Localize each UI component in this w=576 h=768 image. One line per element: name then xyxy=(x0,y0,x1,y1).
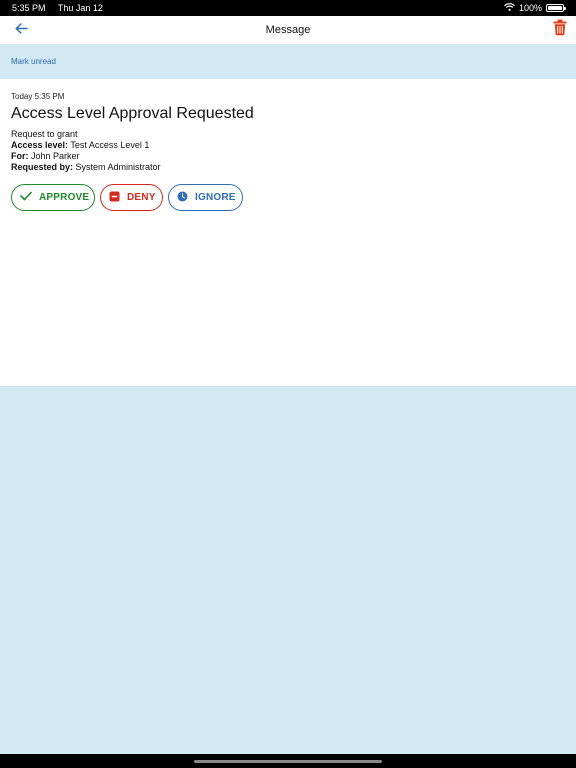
approve-label: APPROVE xyxy=(39,192,90,203)
requested-by-line: Requested by: System Administrator xyxy=(11,162,565,173)
battery-percent: 100% xyxy=(518,3,542,13)
nav-bar: Message xyxy=(0,16,576,44)
access-level-value: Test Access Level 1 xyxy=(70,140,150,150)
battery-icon xyxy=(546,4,566,12)
status-date: Thu Jan 12 xyxy=(57,3,103,13)
back-button[interactable] xyxy=(12,22,30,38)
minus-square-icon xyxy=(109,191,120,205)
wifi-icon xyxy=(504,3,515,13)
home-bar xyxy=(0,754,576,768)
access-level-label: Access level: xyxy=(11,140,69,150)
requested-by-value: System Administrator xyxy=(75,162,161,172)
battery-fill xyxy=(548,6,562,10)
status-left: 5:35 PM Thu Jan 12 xyxy=(12,3,113,13)
deny-button[interactable]: DENY xyxy=(100,184,163,211)
access-level-line: Access level: Test Access Level 1 xyxy=(11,140,565,151)
requested-by-label: Requested by: xyxy=(11,162,74,172)
for-line: For: John Parker xyxy=(11,151,565,162)
decision-buttons: APPROVE DENY IGNORE xyxy=(11,184,565,211)
clock-icon xyxy=(177,191,188,205)
ignore-button[interactable]: IGNORE xyxy=(168,184,243,211)
trash-icon xyxy=(553,19,567,41)
message-title: Access Level Approval Requested xyxy=(11,105,254,122)
action-strip: Mark unread xyxy=(0,44,576,79)
mark-unread-link[interactable]: Mark unread xyxy=(11,57,56,66)
home-indicator[interactable] xyxy=(194,759,382,763)
for-label: For: xyxy=(11,151,29,161)
status-right: 100% xyxy=(504,3,566,13)
for-value: John Parker xyxy=(31,151,80,161)
ignore-label: IGNORE xyxy=(195,192,236,203)
message-content: Today 5:35 PM Access Level Approval Requ… xyxy=(0,79,576,386)
request-intro: Request to grant xyxy=(11,129,78,139)
deny-label: DENY xyxy=(127,192,156,203)
arrow-left-icon xyxy=(15,21,28,39)
status-time: 5:35 PM xyxy=(12,3,46,13)
message-timestamp: Today 5:35 PM xyxy=(11,92,65,101)
approve-button[interactable]: APPROVE xyxy=(11,184,95,211)
delete-button[interactable] xyxy=(552,19,568,41)
page-title: Message xyxy=(265,24,311,36)
status-bar: 5:35 PM Thu Jan 12 100% xyxy=(0,0,576,16)
checkmark-icon xyxy=(20,191,32,204)
